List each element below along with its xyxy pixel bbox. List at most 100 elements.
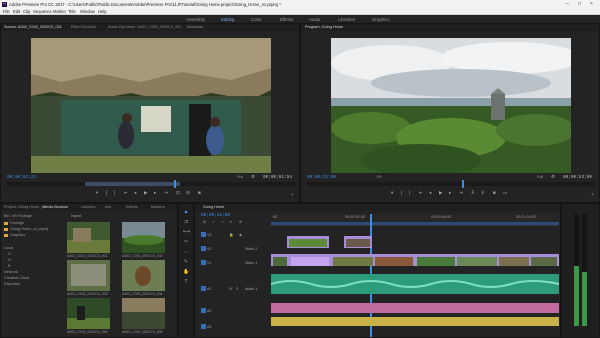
video-clip[interactable] xyxy=(287,236,329,248)
tab-media-browser[interactable]: Media Browser xyxy=(43,205,68,209)
menu-clip[interactable]: Clip xyxy=(23,9,30,14)
snap-icon[interactable]: ∩ xyxy=(212,220,215,224)
minimize-icon[interactable]: – xyxy=(566,1,569,7)
media-thumbnail[interactable] xyxy=(67,298,110,329)
wrench-icon[interactable]: ⚙ xyxy=(251,174,255,180)
workspace-editing[interactable]: Editing xyxy=(221,17,234,22)
add-button-icon[interactable]: + xyxy=(591,192,594,197)
play-icon[interactable]: ▶ xyxy=(439,190,442,196)
program-fit-select[interactable]: Fit xyxy=(377,175,381,179)
menu-marker[interactable]: Marker xyxy=(53,9,66,14)
go-to-out-icon[interactable]: ⇥ xyxy=(459,190,463,196)
marker-icon[interactable]: ▾ xyxy=(391,190,393,196)
linked-selection-icon[interactable]: ⊸ xyxy=(221,220,224,224)
mark-in-icon[interactable]: { xyxy=(106,190,108,195)
track-select-tool-icon[interactable]: ⇉ xyxy=(183,219,189,225)
ripple-edit-tool-icon[interactable]: ⟷ xyxy=(183,229,190,235)
razor-tool-icon[interactable]: ✂ xyxy=(183,239,189,245)
pen-tool-icon[interactable]: ✎ xyxy=(183,259,189,265)
go-to-in-icon[interactable]: ⇤ xyxy=(124,190,128,196)
ingest-checkbox[interactable]: Ingest xyxy=(71,214,81,218)
mark-out-icon[interactable]: } xyxy=(409,190,411,195)
export-frame-icon[interactable]: ◙ xyxy=(493,190,496,195)
menu-window[interactable]: Window xyxy=(80,9,95,14)
go-to-in-icon[interactable]: ⇤ xyxy=(419,190,423,196)
track-source-patch-v3[interactable] xyxy=(201,232,206,237)
tab-effect-controls[interactable]: Effect Controls xyxy=(71,25,96,29)
program-video-frame[interactable] xyxy=(331,38,571,173)
menu-file[interactable]: File xyxy=(3,9,10,14)
selection-tool-icon[interactable]: ▲ xyxy=(183,209,189,215)
program-resolution-select[interactable]: Full xyxy=(537,175,543,179)
step-back-icon[interactable]: ◂ xyxy=(134,190,136,196)
add-button-icon[interactable]: + xyxy=(291,192,294,197)
tab-markers[interactable]: Markers xyxy=(151,205,165,209)
export-frame-icon[interactable]: ◙ xyxy=(198,190,201,195)
eye-icon[interactable]: ◉ xyxy=(239,233,242,237)
solo-icon[interactable]: S xyxy=(236,287,238,291)
location-favorites[interactable]: Favorites xyxy=(4,282,62,288)
type-tool-icon[interactable]: T xyxy=(183,279,189,285)
slip-tool-icon[interactable]: ↔ xyxy=(183,249,189,255)
work-area-bar[interactable] xyxy=(271,222,559,225)
compare-view-icon[interactable]: ▭ xyxy=(503,190,507,196)
workspace-effects[interactable]: Effects xyxy=(280,17,293,22)
mark-out-icon[interactable]: } xyxy=(114,190,116,195)
tab-program[interactable]: Program: Going Home xyxy=(305,25,343,29)
mark-in-icon[interactable]: { xyxy=(401,190,403,195)
tab-metadata[interactable]: Metadata xyxy=(187,25,203,29)
lift-icon[interactable]: ⊼ xyxy=(471,190,474,196)
tab-libraries[interactable]: Libraries xyxy=(81,205,96,209)
track-source-patch-v1[interactable] xyxy=(201,260,206,265)
media-thumbnail[interactable] xyxy=(67,260,110,291)
close-icon[interactable]: × xyxy=(590,1,593,7)
tab-info[interactable]: Info xyxy=(105,205,111,209)
step-back-icon[interactable]: ◂ xyxy=(429,190,431,196)
go-to-out-icon[interactable]: ⇥ xyxy=(164,190,168,196)
tab-sequence[interactable]: Going Home xyxy=(203,205,224,209)
lock-icon[interactable]: 🔒 xyxy=(229,233,233,237)
source-timecode[interactable]: 00;00;02;22 xyxy=(7,175,36,180)
hand-tool-icon[interactable]: ✋ xyxy=(183,269,189,275)
wrench-icon[interactable]: ⚙ xyxy=(551,174,555,180)
track-source-patch-a1[interactable] xyxy=(201,286,206,291)
track-source-patch-a2[interactable] xyxy=(201,308,206,313)
track-source-patch-v2[interactable] xyxy=(201,246,206,251)
play-icon[interactable]: ▶ xyxy=(144,190,147,196)
program-timecode[interactable]: 00;00;31;00 xyxy=(307,175,336,180)
nest-icon[interactable]: ⊞ xyxy=(203,220,206,224)
insert-icon[interactable]: ⊡ xyxy=(176,190,180,196)
add-marker-icon[interactable]: ▾ xyxy=(230,220,232,224)
video-clip[interactable] xyxy=(344,236,372,248)
timeline-ruler[interactable]: :00 00;00;32;00 00;00;48;00 00;01;04;02 xyxy=(271,214,559,226)
timeline-timecode[interactable]: 00;00;31;00 xyxy=(201,213,230,218)
track-source-patch-a3[interactable] xyxy=(201,324,206,329)
menu-sequence[interactable]: Sequence xyxy=(33,9,52,14)
step-forward-icon[interactable]: ▸ xyxy=(449,190,451,196)
tree-item-graphics[interactable]: Graphics xyxy=(4,233,62,239)
workspace-color[interactable]: Color xyxy=(251,17,262,22)
tab-project[interactable]: Project: Going Home_s1 xyxy=(4,205,45,209)
media-thumbnail[interactable] xyxy=(67,222,110,253)
overwrite-icon[interactable]: ⊟ xyxy=(186,190,190,196)
video-track-v1-clips[interactable] xyxy=(271,254,559,266)
audio-track-a3-clip[interactable] xyxy=(271,317,559,326)
workspace-graphics[interactable]: Graphics xyxy=(372,17,390,22)
step-forward-icon[interactable]: ▸ xyxy=(154,190,156,196)
source-scrub-bar[interactable] xyxy=(7,180,295,188)
tab-effects[interactable]: Effects xyxy=(126,205,138,209)
menu-edit[interactable]: Edit xyxy=(13,9,20,14)
media-thumbnail[interactable] xyxy=(122,298,165,329)
tab-source[interactable]: Source: A002_C002_0922C0_001 xyxy=(4,25,62,29)
mute-icon[interactable]: M xyxy=(229,287,232,291)
menu-help[interactable]: Help xyxy=(98,9,107,14)
source-resolution-select[interactable]: Full xyxy=(237,175,243,179)
timeline-settings-icon[interactable]: ⚙ xyxy=(239,220,242,224)
audio-track-a1-clip[interactable] xyxy=(271,274,559,294)
marker-icon[interactable]: ▾ xyxy=(96,190,98,196)
source-video-frame[interactable] xyxy=(31,38,271,173)
workspace-libraries[interactable]: Libraries xyxy=(338,17,355,22)
menu-title[interactable]: Title xyxy=(68,9,76,14)
program-playhead[interactable] xyxy=(462,180,464,188)
source-playhead[interactable] xyxy=(174,180,176,188)
